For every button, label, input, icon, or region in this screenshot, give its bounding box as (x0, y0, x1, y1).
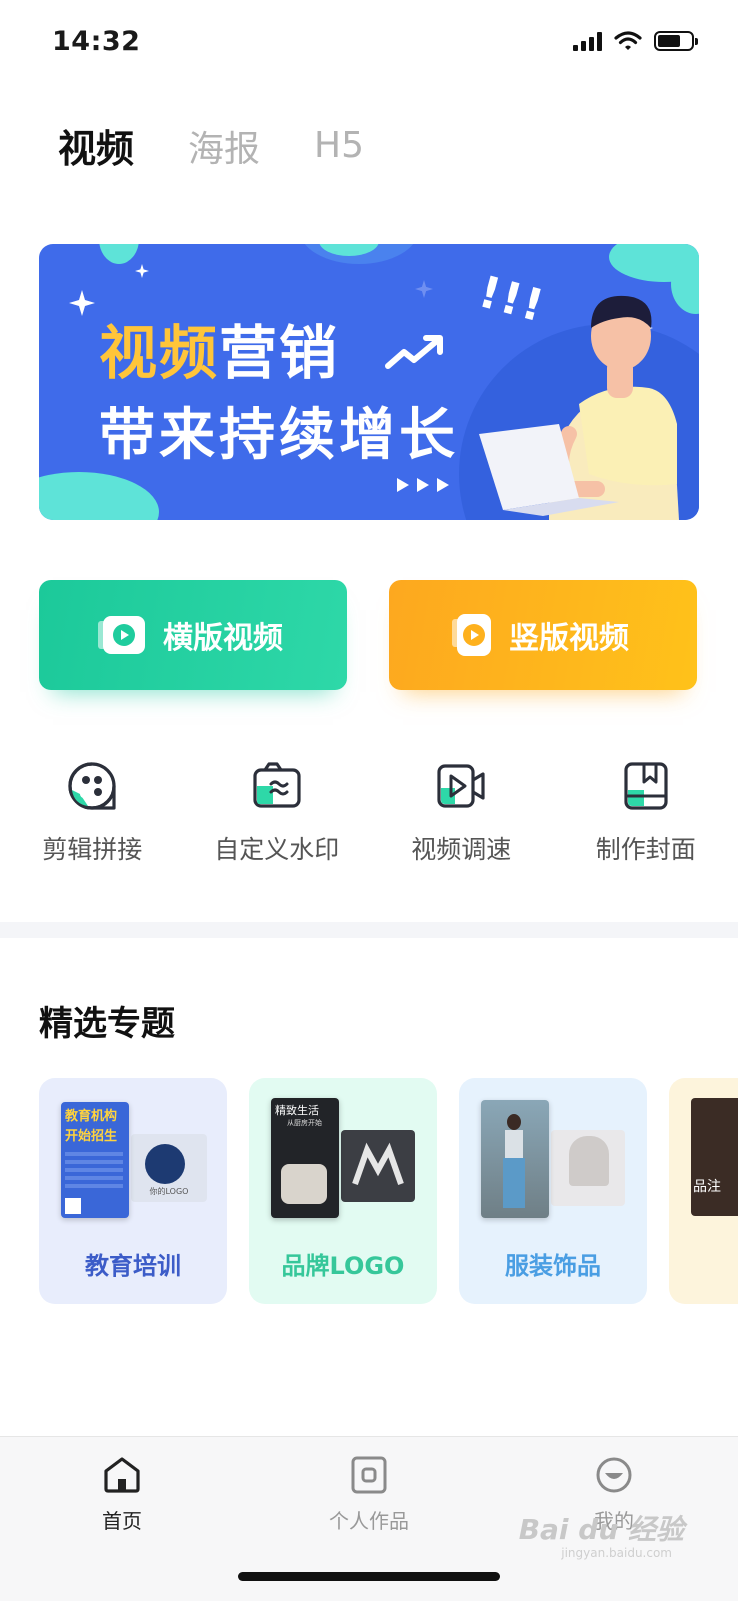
product-image (281, 1164, 327, 1204)
tab-video[interactable]: 视频 (58, 118, 134, 173)
play-arrows-icon (397, 476, 453, 494)
status-icons (573, 30, 694, 52)
card-image-front (481, 1100, 549, 1218)
qr-code (65, 1198, 81, 1214)
portrait-video-button[interactable]: 竖版视频 (389, 580, 697, 690)
baidu-watermark: Bai du 经验 (519, 1508, 684, 1548)
person-laptop-illustration (479, 284, 689, 520)
cut-splice-icon (66, 760, 118, 812)
featured-cards: 你的LOGO 教育机构 开始招生 教育培训 精致生活 从厨房开始 品牌LOGO (39, 1078, 738, 1304)
baidu-watermark-url: jingyan.baidu.com (561, 1546, 672, 1560)
tool-cut-splice[interactable]: 剪辑拼接 (0, 760, 185, 866)
nav-home[interactable]: 首页 (42, 1455, 202, 1534)
promo-banner[interactable]: 视频营销 带来持续增长 !!! (39, 244, 699, 520)
card-image-front: 品注 (691, 1098, 738, 1216)
banner-headline-2: 带来持续增长 (99, 390, 459, 471)
cellular-signal-icon (573, 31, 602, 51)
card-image-front: 精致生活 从厨房开始 (271, 1098, 339, 1218)
portrait-video-icon (457, 614, 491, 656)
card-logo-circle (145, 1144, 185, 1184)
section-divider (0, 922, 738, 938)
tool-label: 自定义水印 (214, 830, 339, 866)
topic-card-apparel[interactable]: 服装饰品 (459, 1078, 647, 1304)
sparkle-icon (69, 290, 95, 316)
tool-cover[interactable]: 制作封面 (554, 760, 738, 866)
sparkle-icon (135, 264, 149, 278)
tool-video-speed[interactable]: 视频调速 (369, 760, 554, 866)
topic-card-partial[interactable]: 品注 (669, 1078, 738, 1304)
works-icon (349, 1455, 389, 1495)
card-logo-text: 你的LOGO (131, 1186, 207, 1197)
banner-headline-1: 视频营销 (99, 306, 339, 390)
card-image-back: 你的LOGO (131, 1134, 207, 1202)
tab-h5[interactable]: H5 (314, 125, 364, 166)
trend-up-arrow-icon (384, 332, 446, 372)
banner-blob (39, 472, 159, 520)
card-image-back (551, 1130, 625, 1206)
tool-label: 剪辑拼接 (42, 830, 142, 866)
nav-label: 首页 (102, 1505, 142, 1534)
battery-icon (654, 31, 694, 51)
tool-label: 制作封面 (596, 830, 696, 866)
home-indicator[interactable] (238, 1572, 500, 1581)
tool-watermark[interactable]: 自定义水印 (185, 760, 370, 866)
landscape-video-label: 横版视频 (163, 613, 283, 657)
content-type-tabs: 视频 海报 H5 (58, 118, 418, 173)
video-speed-icon (435, 760, 487, 812)
topic-card-label: 品牌LOGO (249, 1246, 437, 1281)
landscape-video-button[interactable]: 横版视频 (39, 580, 347, 690)
topic-card-education[interactable]: 你的LOGO 教育机构 开始招生 教育培训 (39, 1078, 227, 1304)
cover-icon (620, 760, 672, 812)
wifi-icon (614, 30, 642, 52)
nav-label: 个人作品 (329, 1505, 409, 1534)
nav-works[interactable]: 个人作品 (289, 1455, 449, 1534)
home-icon (102, 1455, 142, 1495)
banner-blob (99, 244, 139, 264)
topic-card-label: 服装饰品 (459, 1246, 647, 1281)
landscape-video-icon (103, 616, 145, 654)
topic-card-label: 教育培训 (39, 1246, 227, 1281)
watermark-icon (251, 760, 303, 812)
profile-icon (594, 1455, 634, 1495)
tab-poster[interactable]: 海报 (188, 120, 260, 172)
tools-row: 剪辑拼接 自定义水印 视频调速 制作封面 (0, 760, 738, 866)
featured-section-title: 精选专题 (39, 996, 175, 1045)
brand-logo-mark (341, 1130, 415, 1202)
portrait-video-label: 竖版视频 (509, 613, 629, 657)
sparkle-icon (415, 280, 433, 298)
tool-label: 视频调速 (411, 830, 511, 866)
card-image-back (341, 1130, 415, 1202)
status-time: 14:32 (52, 26, 140, 57)
topic-card-brand-logo[interactable]: 精致生活 从厨房开始 品牌LOGO (249, 1078, 437, 1304)
card-image-front: 教育机构 开始招生 (61, 1102, 129, 1218)
